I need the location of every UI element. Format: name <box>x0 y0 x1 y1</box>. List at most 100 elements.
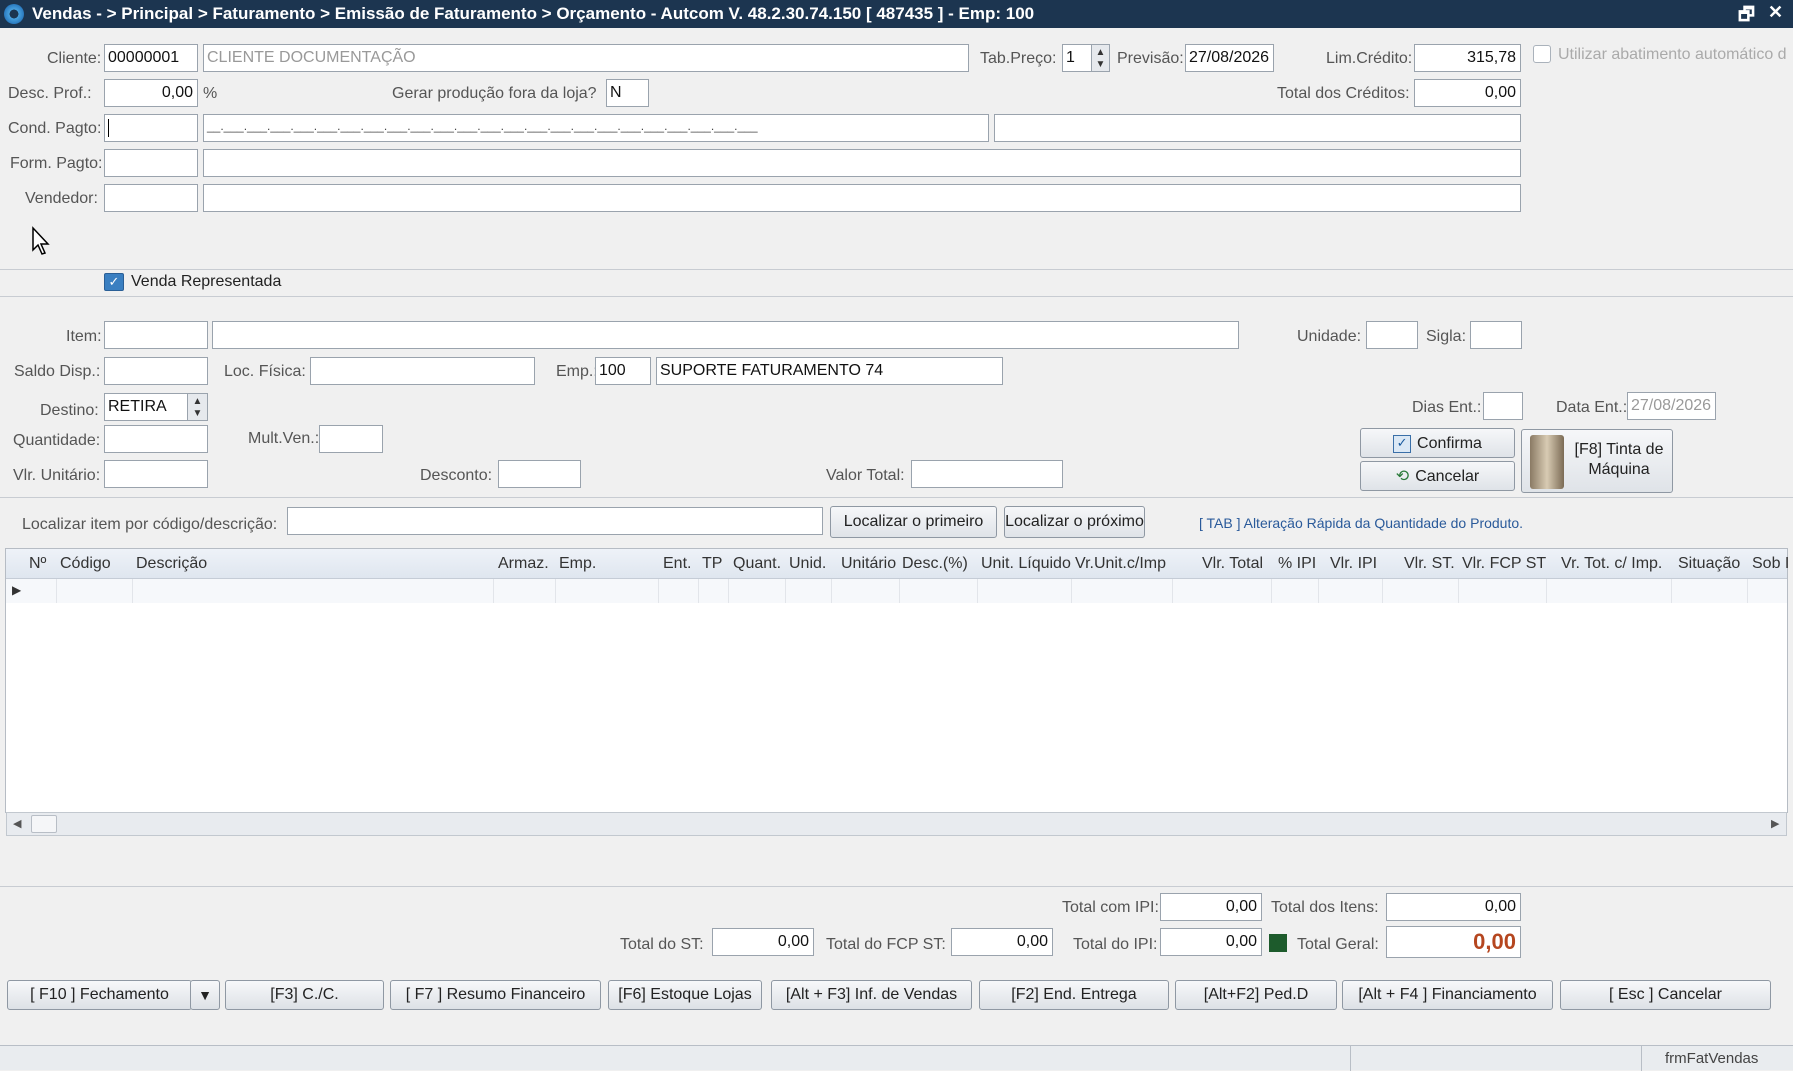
end-entrega-button[interactable]: [F2] End. Entrega <box>979 980 1169 1010</box>
desc-prof-unit: % <box>203 85 218 102</box>
col-header-vlr-total[interactable]: Vlr. Total <box>1202 549 1263 579</box>
destino-select[interactable]: RETIRA <box>104 393 188 421</box>
restore-icon[interactable]: 🗗 <box>1738 2 1755 32</box>
col-header-sob[interactable]: Sob I <box>1752 549 1789 579</box>
cancelar-item-button[interactable]: ⟲ Cancelar <box>1360 461 1515 491</box>
cliente-code-input[interactable]: 00000001 <box>104 44 198 72</box>
total-geral-value: 0,00 <box>1386 926 1521 958</box>
form-pagto-desc-input[interactable] <box>203 149 1521 177</box>
col-header-unit-liquido[interactable]: Unit. Líquido <box>981 549 1071 579</box>
unidade-input[interactable] <box>1366 321 1418 349</box>
tab-preco-input[interactable]: 1 <box>1062 44 1092 72</box>
tinta-label-2: Máquina <box>1588 461 1650 478</box>
inf-vendas-button[interactable]: [Alt + F3] Inf. de Vendas <box>771 980 972 1010</box>
separator <box>0 269 1793 270</box>
scroll-right-icon[interactable]: ▶ <box>1771 817 1779 830</box>
destino-spinner-icon[interactable]: ▲ ▼ <box>187 393 208 421</box>
col-header-quant[interactable]: Quant. <box>733 549 781 579</box>
col-header-vlr-fcp-st[interactable]: Vlr. FCP ST <box>1462 549 1546 579</box>
col-header-ent[interactable]: Ent. <box>663 549 691 579</box>
col-header-codigo[interactable]: Código <box>60 549 111 579</box>
items-grid[interactable]: Nº Código Descrição Armaz. Emp. Ent. TP … <box>5 548 1789 813</box>
vendedor-name-input[interactable] <box>203 184 1521 212</box>
col-header-descricao[interactable]: Descrição <box>136 549 207 579</box>
table-row[interactable] <box>6 579 1787 603</box>
total-creditos-label: Total dos Créditos: <box>1277 85 1410 102</box>
col-header-emp[interactable]: Emp. <box>559 549 596 579</box>
item-desc-input[interactable] <box>212 321 1239 349</box>
cliente-label: Cliente: <box>47 50 102 67</box>
cond-pagto-mask-input[interactable]: __.___.___.___.___.___.___.___.___.___._… <box>203 114 989 142</box>
col-header-desc[interactable]: Desc.(%) <box>902 549 968 579</box>
venda-representada-checkbox[interactable]: ✓ <box>104 273 124 291</box>
item-label: Item: <box>66 328 102 345</box>
item-code-input[interactable] <box>104 321 208 349</box>
vlr-unitario-input[interactable] <box>104 460 208 488</box>
col-header-vlr-st[interactable]: Vlr. ST. <box>1404 549 1455 579</box>
col-header-pct-ipi[interactable]: % IPI <box>1278 549 1316 579</box>
confirma-check-icon: ✓ <box>1393 434 1412 453</box>
cliente-name-input[interactable]: CLIENTE DOCUMENTAÇÃO <box>203 44 969 72</box>
col-header-vr-tot-imp[interactable]: Vr. Tot. c/ Imp. <box>1561 549 1662 579</box>
tinta-maquina-button[interactable]: [F8] Tinta de Máquina <box>1521 429 1673 493</box>
abatimento-checkbox[interactable] <box>1533 45 1551 63</box>
localizar-primeiro-button[interactable]: Localizar o primeiro <box>830 506 997 538</box>
tab-preco-spinner-icon[interactable]: ▲ ▼ <box>1091 44 1110 72</box>
previsao-input[interactable]: 27/08/2026 <box>1185 44 1274 72</box>
fechamento-button[interactable]: [ F10 ] Fechamento <box>7 980 192 1010</box>
resumo-financeiro-button[interactable]: [ F7 ] Resumo Financeiro <box>390 980 601 1010</box>
loc-fisica-input[interactable] <box>310 357 535 385</box>
col-header-unitario[interactable]: Unitário <box>841 549 896 579</box>
cond-pagto-desc-input[interactable] <box>994 114 1521 142</box>
total-fcp-label: Total do FCP ST: <box>826 936 946 953</box>
col-header-vlr-ipi[interactable]: Vlr. IPI <box>1330 549 1377 579</box>
col-header-situacao[interactable]: Situação <box>1678 549 1740 579</box>
col-header-armaz[interactable]: Armaz. <box>498 549 549 579</box>
col-header-vr-unit-imp[interactable]: Vr.Unit.c/Imp <box>1075 549 1166 579</box>
status-color-indicator <box>1269 934 1287 952</box>
emp-label: Emp.: <box>556 363 598 380</box>
total-com-ipi-label: Total com IPI: <box>1062 899 1159 916</box>
vendedor-code-input[interactable] <box>104 184 198 212</box>
loc-fisica-label: Loc. Física: <box>224 363 306 380</box>
data-ent-input[interactable]: 27/08/2026 <box>1627 392 1716 420</box>
saldo-disp-label: Saldo Disp.: <box>14 363 101 380</box>
form-pagto-code-input[interactable] <box>104 149 198 177</box>
close-icon[interactable]: ✕ <box>1768 2 1783 23</box>
col-header-unid[interactable]: Unid. <box>789 549 826 579</box>
paint-machine-icon <box>1530 435 1564 489</box>
total-ipi-value: 0,00 <box>1160 928 1262 956</box>
localizar-input[interactable] <box>287 507 823 535</box>
scrollbar-thumb[interactable] <box>31 815 57 833</box>
vendedor-label: Vendedor: <box>25 190 98 207</box>
col-header-numero[interactable]: Nº <box>29 549 46 579</box>
mult-ven-input <box>319 425 383 453</box>
desconto-input[interactable] <box>498 460 581 488</box>
gerar-producao-input[interactable]: N <box>606 79 649 107</box>
emp-code-input[interactable]: 100 <box>595 357 651 385</box>
estoque-lojas-button[interactable]: [F6] Estoque Lojas <box>608 980 762 1010</box>
sigla-label: Sigla: <box>1426 328 1467 345</box>
quantidade-label: Quantidade: <box>13 432 101 449</box>
dias-ent-input[interactable] <box>1483 392 1523 420</box>
status-bar: frmFatVendas <box>0 1045 1793 1071</box>
localizar-proximo-button[interactable]: Localizar o próximo <box>1004 506 1145 538</box>
lim-credito-input: 315,78 <box>1414 44 1521 72</box>
fechamento-dropdown-icon[interactable]: ▼ <box>190 980 220 1010</box>
scroll-left-icon[interactable]: ◀ <box>13 817 21 830</box>
grid-horizontal-scrollbar[interactable]: ◀ ▶ <box>6 812 1787 836</box>
desc-prof-input[interactable]: 0,00 <box>104 79 198 107</box>
confirma-button[interactable]: ✓ Confirma <box>1360 428 1515 458</box>
cc-button[interactable]: [F3] C./C. <box>225 980 384 1010</box>
cond-pagto-code-input[interactable] <box>104 114 198 142</box>
financiamento-button[interactable]: [Alt + F4 ] Financiamento <box>1342 980 1553 1010</box>
title-bar: Vendas - > Principal > Faturamento > Emi… <box>0 0 1793 28</box>
ped-d-button[interactable]: [Alt+F2] Ped.D <box>1175 980 1337 1010</box>
col-header-tp[interactable]: TP <box>702 549 722 579</box>
cancelar-esc-button[interactable]: [ Esc ] Cancelar <box>1560 980 1771 1010</box>
row-indicator-icon: ▶ <box>12 583 22 597</box>
sigla-input[interactable] <box>1470 321 1522 349</box>
gerar-producao-label: Gerar produção fora da loja? <box>392 85 597 102</box>
app-logo-icon <box>4 4 24 24</box>
quantidade-input[interactable] <box>104 425 208 453</box>
